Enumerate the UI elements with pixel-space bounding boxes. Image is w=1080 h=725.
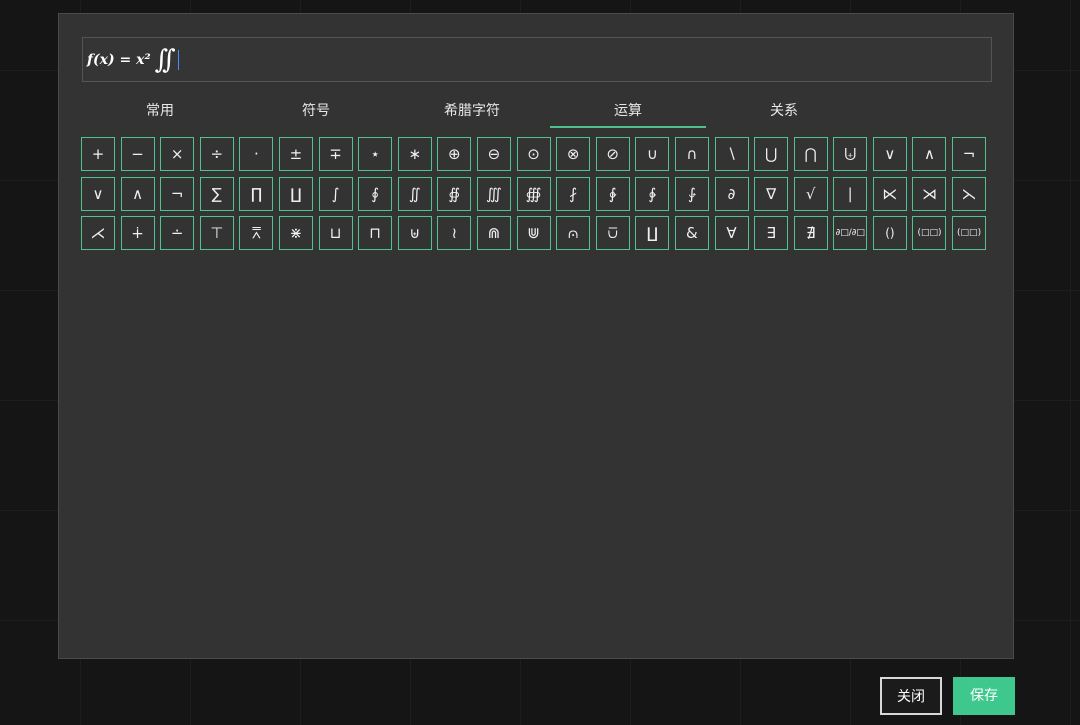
symbol-button[interactable]: ∧: [912, 137, 947, 171]
symbol-button[interactable]: ÷: [199, 137, 234, 171]
symbol-button[interactable]: (□□): [912, 216, 947, 250]
symbol-button[interactable]: ∧: [120, 176, 155, 211]
symbol-button[interactable]: ∲: [595, 176, 630, 211]
symbol-button[interactable]: ⋇: [278, 216, 313, 250]
symbol-button[interactable]: ⊗: [556, 137, 591, 171]
symbol-button[interactable]: ⋓: [516, 216, 551, 250]
symbol-button[interactable]: ⊙: [516, 137, 551, 171]
symbol-button[interactable]: −: [120, 137, 155, 171]
symbol-button[interactable]: ∨: [872, 137, 907, 171]
symbol-button[interactable]: ⋒: [476, 216, 511, 250]
symbol-button[interactable]: ⊤: [199, 216, 234, 250]
symbol-button[interactable]: ⨄: [833, 137, 868, 171]
symbol-button[interactable]: ⊓: [358, 216, 393, 250]
symbol-button[interactable]: ∮: [358, 176, 393, 211]
symbol-button[interactable]: ∂: [714, 176, 749, 211]
symbol-button[interactable]: ∖: [714, 137, 749, 171]
tab-relations[interactable]: 关系: [706, 96, 862, 128]
symbol-button[interactable]: ∪: [635, 137, 670, 171]
symbol-button[interactable]: ∫: [318, 176, 353, 211]
symbol-button[interactable]: +: [81, 137, 115, 171]
symbol-button[interactable]: ⋋: [952, 176, 987, 211]
symbol-button[interactable]: ⋉: [872, 176, 907, 211]
symbol-button[interactable]: ∂□/∂□: [833, 216, 868, 250]
symbol-button[interactable]: ∄: [793, 216, 828, 250]
symbol-button[interactable]: ⋆: [358, 137, 393, 171]
symbol-button[interactable]: ∩: [674, 137, 709, 171]
symbol-button[interactable]: ⋊: [912, 176, 947, 211]
symbol-button[interactable]: ·: [239, 137, 274, 171]
symbol-button[interactable]: ∣: [833, 176, 868, 211]
symbol-button[interactable]: ∗: [397, 137, 432, 171]
background-toolbar-edge: [1070, 0, 1080, 220]
tab-symbols[interactable]: 符号: [238, 96, 394, 128]
symbol-button[interactable]: ⊕: [437, 137, 472, 171]
symbol-button[interactable]: ⋂: [793, 137, 828, 171]
symbol-button[interactable]: ∏: [239, 176, 274, 211]
symbol-button[interactable]: &: [674, 216, 709, 250]
symbol-grid: + − × ÷ · ± ∓ ⋆ ∗ ⊕ ⊖ ⊙ ⊗ ⊘ ∪ ∩ ∖ ⋃ ⋂ ⨄ ∨ ∧ ¬ ∨ ∧ ¬ ∑ ∏ ∐ ∫ ∮ ∬ ∯ ∭ ∰ ⨏ ∲ ∳ ⨑ ∂…: [81, 137, 991, 250]
symbol-button[interactable]: ∳: [635, 176, 670, 211]
symbol-button[interactable]: ∔: [120, 216, 155, 250]
symbol-button[interactable]: ∨: [81, 176, 115, 211]
symbol-button[interactable]: ∃: [754, 216, 789, 250]
symbol-button[interactable]: √: [793, 176, 828, 211]
symbol-button[interactable]: ≀: [437, 216, 472, 250]
symbol-button[interactable]: ⨑: [674, 176, 709, 211]
symbol-button[interactable]: ⊔: [318, 216, 353, 250]
symbol-button[interactable]: ∬: [397, 176, 432, 211]
symbol-button[interactable]: ±: [278, 137, 313, 171]
symbol-button[interactable]: ⨏: [556, 176, 591, 211]
formula-input[interactable]: f(x) = x² ∫∫: [82, 37, 992, 82]
symbol-button[interactable]: ⩂: [595, 216, 630, 250]
symbol-button[interactable]: ×: [160, 137, 195, 171]
symbol-button[interactable]: (□□): [952, 216, 987, 250]
symbol-button[interactable]: ⊘: [595, 137, 630, 171]
symbol-button[interactable]: ¬: [952, 137, 987, 171]
symbol-button[interactable]: ⊖: [476, 137, 511, 171]
symbol-button[interactable]: ∐: [635, 216, 670, 250]
formula-text: f(x) = x²: [87, 51, 151, 68]
save-button[interactable]: 保存: [953, 677, 1015, 715]
close-button[interactable]: 关闭: [880, 677, 942, 715]
symbol-button[interactable]: ⊎: [397, 216, 432, 250]
tab-greek[interactable]: 希腊字符: [394, 96, 550, 128]
formula-integral: ∫∫: [154, 44, 176, 75]
symbol-button[interactable]: ∸: [160, 216, 195, 250]
symbol-button[interactable]: (): [872, 216, 907, 250]
symbol-button[interactable]: ∭: [476, 176, 511, 211]
symbol-button[interactable]: ⋌: [81, 216, 115, 250]
symbol-button[interactable]: ∰: [516, 176, 551, 211]
symbol-button[interactable]: ∑: [199, 176, 234, 211]
symbol-button[interactable]: ∯: [437, 176, 472, 211]
symbol-button[interactable]: ∓: [318, 137, 353, 171]
symbol-button[interactable]: ⩀: [556, 216, 591, 250]
symbol-button[interactable]: ∇: [754, 176, 789, 211]
formula-editor-dialog: f(x) = x² ∫∫ 常用 符号 希腊字符 运算 关系 + − × ÷ · ± ∓ ⋆ ∗ ⊕…: [58, 13, 1014, 659]
text-caret: [177, 49, 179, 70]
tab-operations[interactable]: 运算: [550, 96, 706, 128]
symbol-category-tabs: 常用 符号 希腊字符 运算 关系: [82, 96, 862, 128]
symbol-button[interactable]: ∐: [278, 176, 313, 211]
symbol-button[interactable]: ∀: [714, 216, 749, 250]
symbol-button[interactable]: ¬: [160, 176, 195, 211]
tab-common[interactable]: 常用: [82, 96, 238, 128]
symbol-button[interactable]: ⩞: [239, 216, 274, 250]
symbol-button[interactable]: ⋃: [754, 137, 789, 171]
